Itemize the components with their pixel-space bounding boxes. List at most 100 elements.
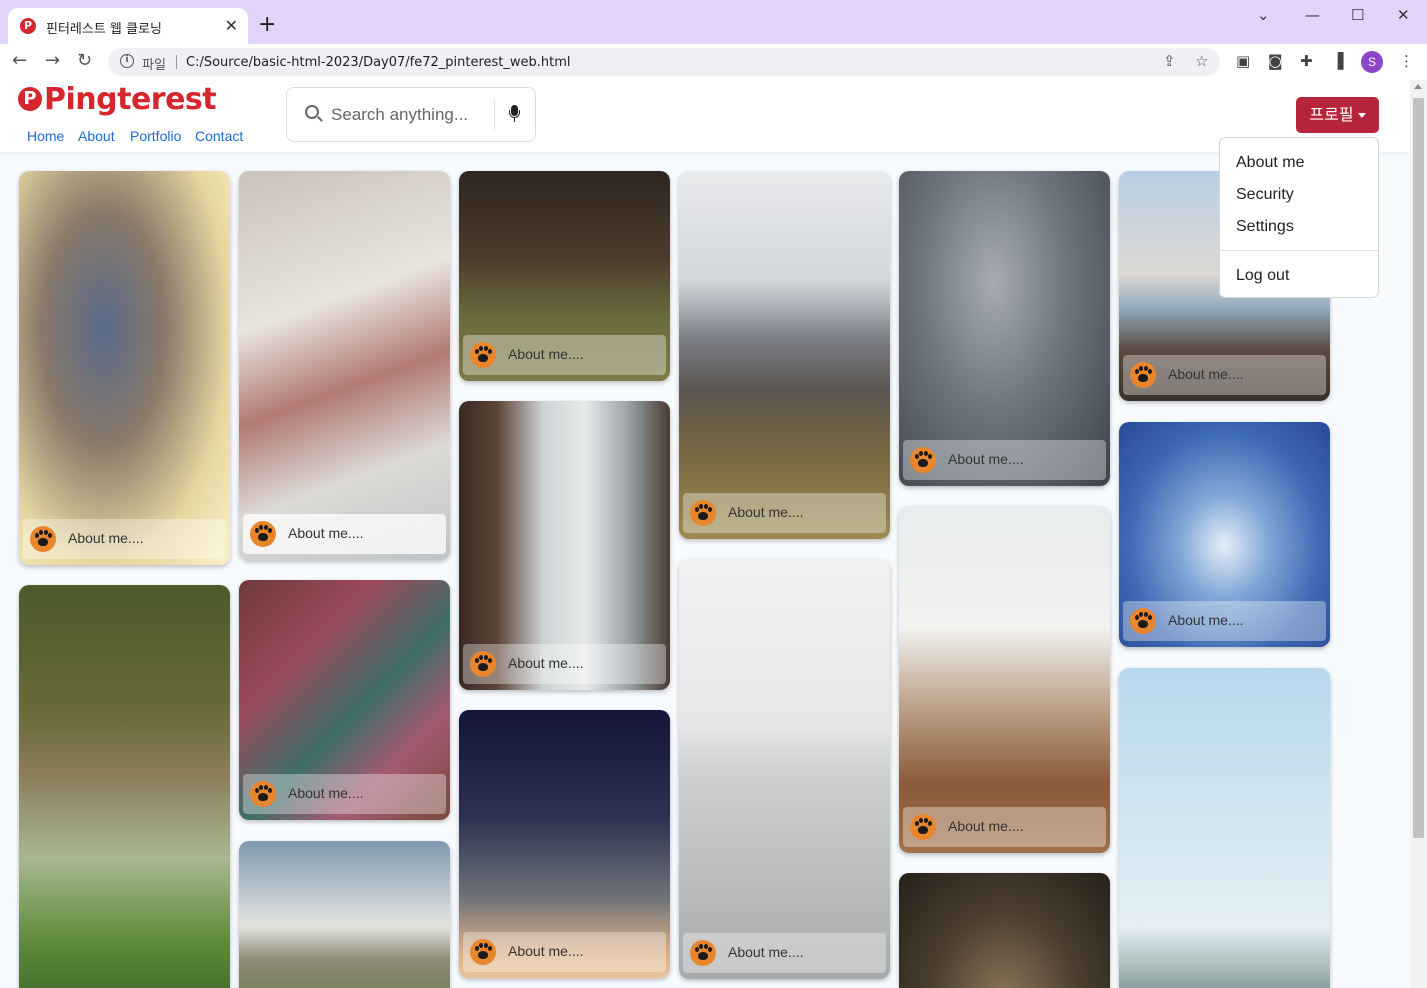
- pin-caption-text: About me....: [508, 655, 584, 671]
- nav-portfolio[interactable]: Portfolio: [130, 128, 181, 144]
- dropdown-item-settings[interactable]: Settings: [1236, 218, 1294, 236]
- profile-dropdown-button[interactable]: 프로필: [1296, 97, 1379, 133]
- pin-caption: About me....: [463, 644, 666, 684]
- pin-caption-text: About me....: [508, 943, 584, 959]
- browser-menu-icon[interactable]: ⋮: [1399, 52, 1414, 70]
- search-divider: [494, 100, 495, 130]
- search-box: [286, 87, 536, 142]
- url-separator: [176, 55, 177, 69]
- pin-caption-text: About me....: [1168, 612, 1244, 628]
- site-header: P Pingterest Home About Portfolio Contac…: [0, 80, 1410, 152]
- dropdown-divider: [1220, 250, 1378, 251]
- pin-caption: About me....: [463, 335, 666, 375]
- share-icon[interactable]: ⇪: [1163, 52, 1176, 70]
- pin-caption: About me....: [1123, 601, 1326, 641]
- bookmark-star-icon[interactable]: ☆: [1195, 52, 1208, 70]
- pin-card[interactable]: [239, 841, 450, 988]
- caret-down-icon: [1357, 113, 1366, 118]
- pin-caption: About me....: [243, 774, 446, 814]
- tab-title: 핀터레스트 웹 클로닝: [46, 22, 162, 37]
- paw-icon: [470, 651, 496, 677]
- pin-caption-text: About me....: [728, 504, 804, 520]
- nav-home[interactable]: Home: [27, 128, 64, 144]
- pin-caption-text: About me....: [948, 818, 1024, 834]
- close-tab-icon[interactable]: ✕: [225, 16, 238, 35]
- address-bar[interactable]: i 파일 C:/Source/basic-html-2023/Day07/fe7…: [108, 48, 1220, 76]
- pin-card[interactable]: About me....: [1119, 422, 1330, 647]
- close-window-icon[interactable]: ✕: [1397, 6, 1410, 24]
- pin-card[interactable]: [1119, 668, 1330, 988]
- dropdown-item-about-me[interactable]: About me: [1236, 154, 1304, 172]
- pin-card[interactable]: About me....: [899, 171, 1110, 486]
- pin-caption: About me....: [1123, 355, 1326, 395]
- scrollbar-thumb[interactable]: [1413, 98, 1424, 838]
- paw-icon: [690, 500, 716, 526]
- profile-button-label: 프로필: [1309, 105, 1354, 124]
- forward-icon[interactable]: →: [45, 50, 60, 71]
- paw-icon: [910, 447, 936, 473]
- brand-name: Pingterest: [44, 82, 217, 117]
- pin-caption: About me....: [243, 514, 446, 554]
- paw-icon: [250, 521, 276, 547]
- tab-search-chevron-icon[interactable]: ⌄: [1257, 6, 1270, 24]
- pin-caption-text: About me....: [1168, 366, 1244, 382]
- dropdown-item-log-out[interactable]: Log out: [1236, 267, 1289, 285]
- paw-icon: [1130, 608, 1156, 634]
- minimize-icon[interactable]: —: [1305, 6, 1320, 24]
- pin-card[interactable]: About me....: [459, 401, 670, 690]
- pin-card[interactable]: [899, 873, 1110, 988]
- maximize-icon[interactable]: ☐: [1351, 6, 1364, 24]
- pin-card[interactable]: About me....: [679, 171, 890, 539]
- pin-caption-text: About me....: [508, 346, 584, 362]
- reload-icon[interactable]: ↻: [77, 50, 92, 71]
- profile-dropdown-menu: About me Security Settings Log out: [1219, 137, 1379, 298]
- site-info-icon[interactable]: i: [120, 54, 134, 68]
- nav-about[interactable]: About: [78, 128, 115, 144]
- camera-icon[interactable]: ◙: [1268, 52, 1283, 70]
- pin-caption-text: About me....: [948, 451, 1024, 467]
- nav-contact[interactable]: Contact: [195, 128, 243, 144]
- url-text[interactable]: C:/Source/basic-html-2023/Day07/fe72_pin…: [186, 55, 571, 70]
- pin-card[interactable]: [19, 585, 230, 988]
- pin-card[interactable]: About me....: [899, 506, 1110, 853]
- back-icon[interactable]: ←: [12, 50, 27, 71]
- new-tab-icon[interactable]: +: [258, 14, 276, 36]
- extensions-puzzle-icon[interactable]: ✚: [1300, 52, 1313, 70]
- profile-avatar[interactable]: S: [1361, 51, 1383, 73]
- pin-caption: About me....: [463, 932, 666, 972]
- paw-icon: [1130, 362, 1156, 388]
- side-panel-icon[interactable]: ▐: [1332, 52, 1344, 70]
- pin-card[interactable]: About me....: [459, 710, 670, 978]
- paw-icon: [470, 342, 496, 368]
- paw-icon: [250, 781, 276, 807]
- browser-tab[interactable]: P 핀터레스트 웹 클로닝 ✕: [8, 8, 248, 44]
- pin-card[interactable]: About me....: [459, 171, 670, 381]
- dropdown-item-security[interactable]: Security: [1236, 186, 1294, 204]
- pin-caption: About me....: [903, 807, 1106, 847]
- pin-caption-text: About me....: [728, 944, 804, 960]
- pin-card[interactable]: About me....: [19, 171, 230, 565]
- search-input[interactable]: [331, 102, 491, 128]
- pin-caption-text: About me....: [288, 785, 364, 801]
- browser-tab-strip: P 핀터레스트 웹 클로닝 ✕ + ⌄ — ☐ ✕: [0, 0, 1427, 44]
- microphone-icon[interactable]: [507, 103, 521, 127]
- pin-card[interactable]: About me....: [239, 580, 450, 820]
- url-scheme: 파일: [142, 58, 166, 73]
- search-icon: [305, 105, 319, 119]
- page-scrollbar[interactable]: [1410, 80, 1427, 988]
- paw-icon: [30, 526, 56, 552]
- pin-caption-text: About me....: [288, 525, 364, 541]
- media-icon[interactable]: ▣: [1236, 52, 1250, 70]
- pin-caption-text: About me....: [68, 530, 144, 546]
- pin-caption: About me....: [683, 493, 886, 533]
- pin-card[interactable]: About me....: [679, 559, 890, 979]
- page-viewport: P Pingterest Home About Portfolio Contac…: [0, 80, 1410, 988]
- paw-icon: [470, 939, 496, 965]
- pin-card[interactable]: About me....: [239, 171, 450, 560]
- paw-icon: [910, 814, 936, 840]
- pin-caption: About me....: [683, 933, 886, 973]
- pin-caption: About me....: [23, 519, 226, 559]
- pin-caption: About me....: [903, 440, 1106, 480]
- scroll-up-arrow-icon[interactable]: [1414, 84, 1422, 89]
- pinterest-favicon-icon: P: [20, 18, 36, 34]
